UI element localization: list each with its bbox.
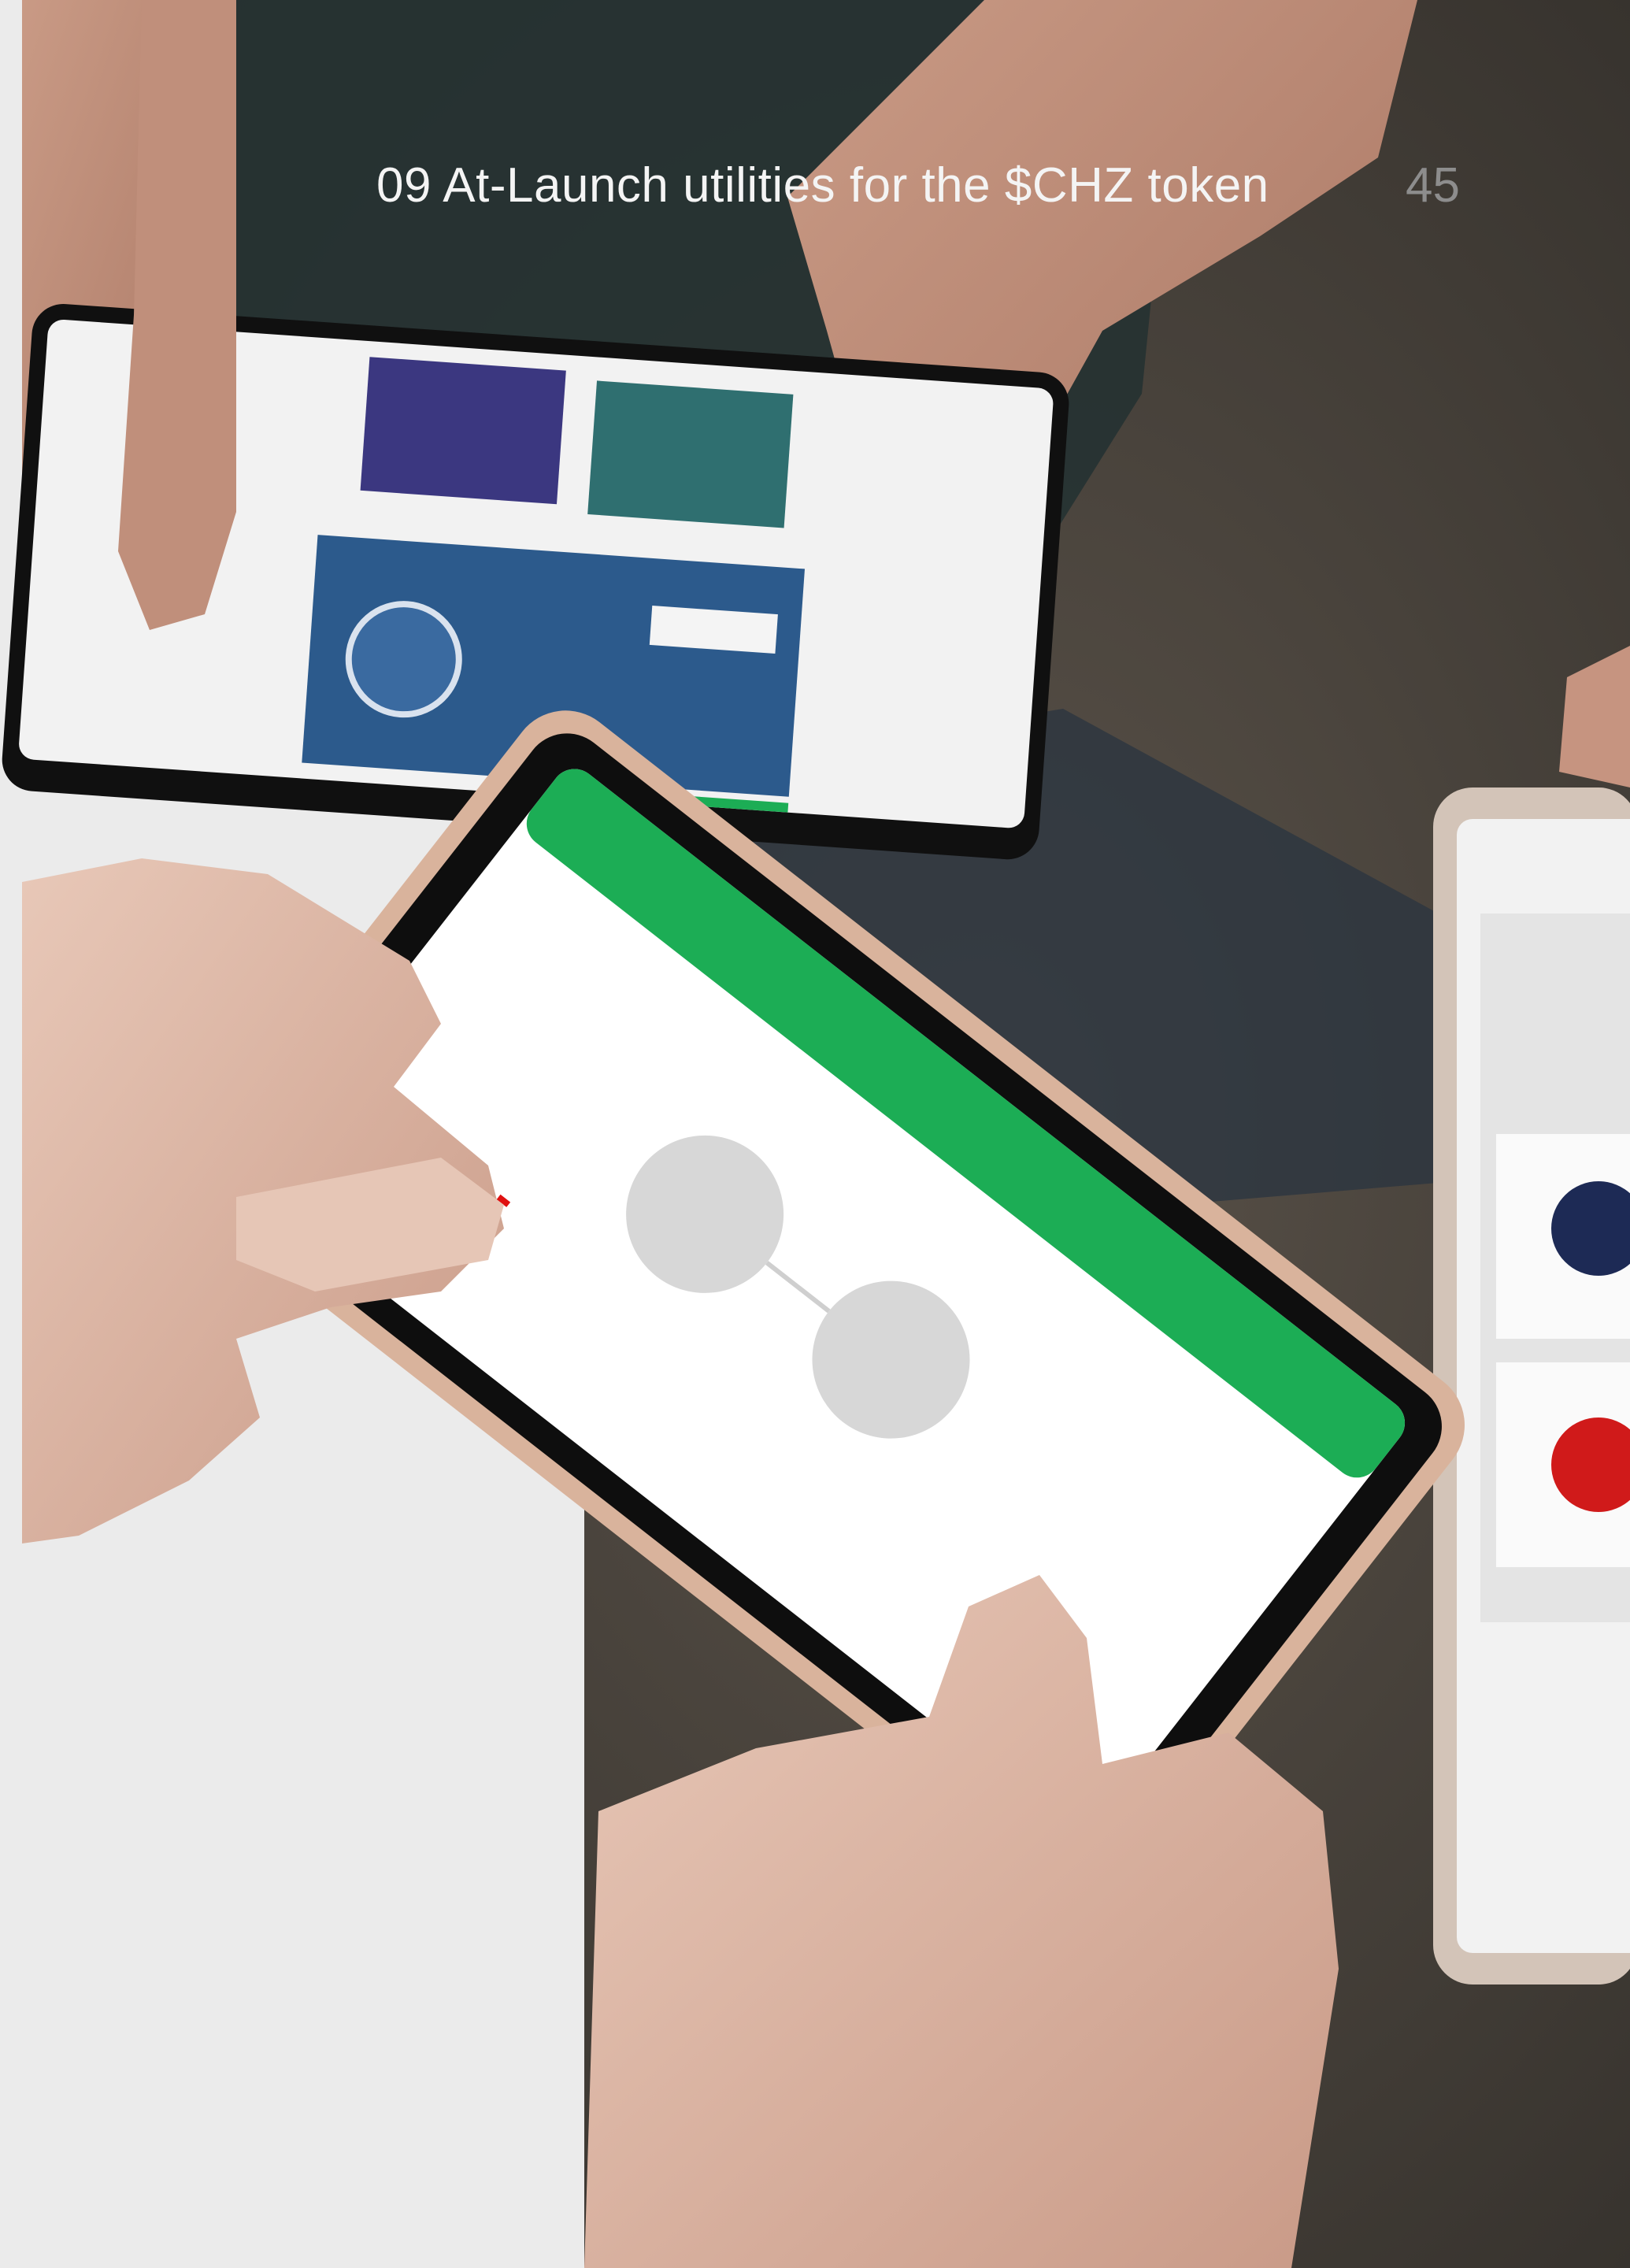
section-title: 09 At-Launch utilities for the $CHZ toke… [376,158,1269,213]
page-number: 45 [1406,158,1460,213]
right-phone [1433,788,1630,1984]
club-crest [345,601,462,718]
document-page: 09 At-Launch utilities for the $CHZ toke… [0,0,1630,2268]
thumb-image-1 [360,357,566,505]
hands-with-smartphones-photo [0,0,1630,2268]
thumb-image-2 [587,380,794,528]
